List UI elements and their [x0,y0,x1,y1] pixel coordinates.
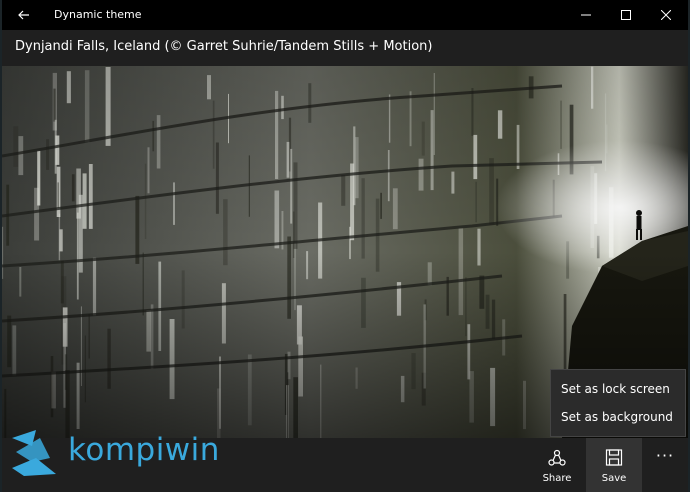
watermark-text: kompiwin [68,432,220,468]
share-label: Share [542,473,572,484]
minimize-button[interactable] [566,0,606,30]
image-header: Dynjandi Falls, Iceland (© Garret Suhrie… [2,30,688,66]
maximize-icon [621,10,631,20]
title-bar: Dynamic theme [2,0,688,30]
save-icon [605,449,623,466]
menu-item-set-lock-screen[interactable]: Set as lock screen [551,376,685,403]
maximize-button[interactable] [606,0,646,30]
close-button[interactable] [646,0,686,30]
image-caption: Dynjandi Falls, Iceland (© Garret Suhrie… [15,39,433,54]
back-button[interactable] [2,0,46,30]
close-icon [661,10,671,20]
menu-item-set-background[interactable]: Set as background [551,404,685,431]
share-icon [548,449,566,466]
window-title: Dynamic theme [54,8,142,21]
save-button[interactable]: Save [586,438,642,492]
kompiwin-logo-icon [12,430,56,476]
minimize-icon [581,14,591,16]
back-arrow-icon [18,10,29,20]
save-flyout-menu: Set as lock screen Set as background [550,369,686,437]
share-button[interactable]: Share [533,438,581,492]
app-window: Dynamic theme Dynjandi Falls, Iceland (©… [2,0,688,492]
kompiwin-watermark: kompiwin [10,428,220,480]
save-label: Save [601,473,627,484]
more-options-button[interactable]: ··· [642,438,688,492]
